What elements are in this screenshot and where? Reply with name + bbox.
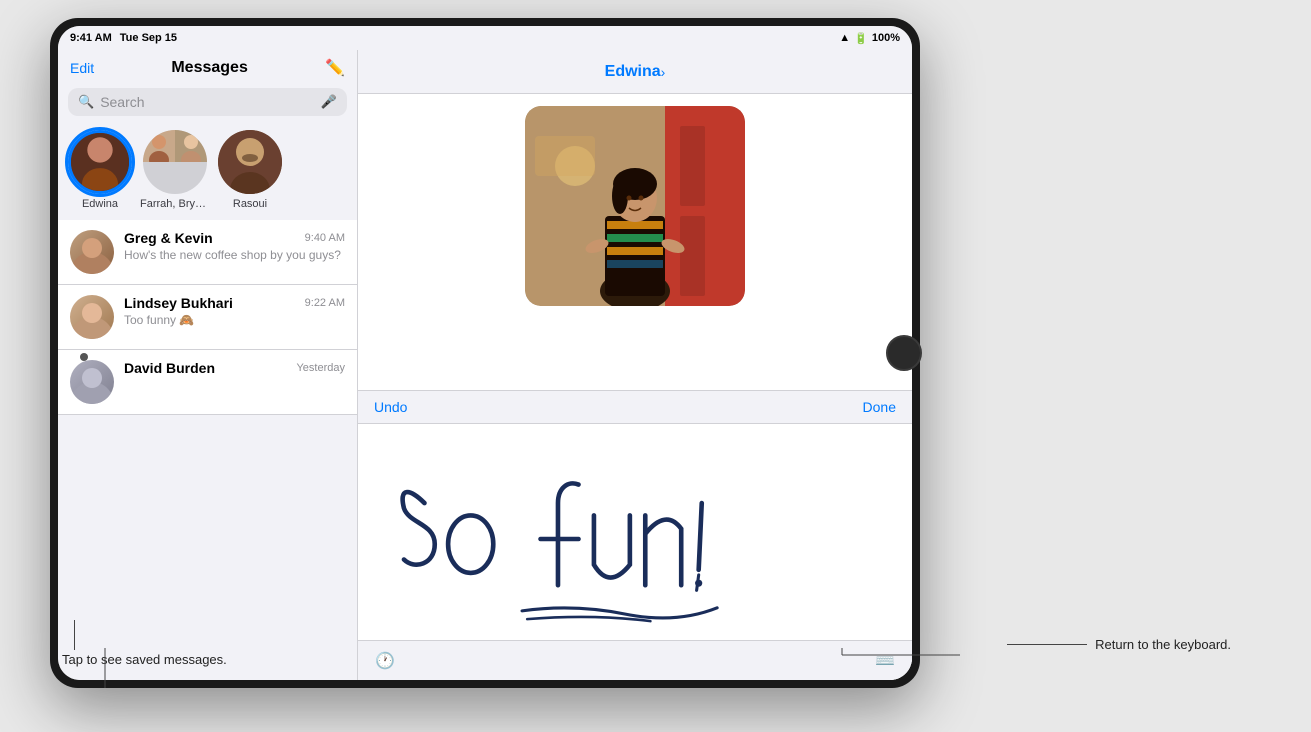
mic-icon: 🎤	[321, 94, 337, 110]
message-content-greg: Greg & Kevin 9:40 AM How's the new coffe…	[124, 230, 345, 262]
done-button[interactable]: Done	[863, 399, 896, 415]
battery-percent: 100%	[872, 32, 900, 44]
sidebar: Edit Messages ✏️ 🔍 Search 🎤	[58, 50, 358, 680]
message-item-greg[interactable]: Greg & Kevin 9:40 AM How's the new coffe…	[58, 220, 357, 285]
pinned-row: Edwina Farrah, Bryan &...	[58, 124, 357, 220]
pinned-contact-farrah[interactable]: Farrah, Bryan &...	[140, 130, 210, 210]
keyboard-button[interactable]: ⌨️	[870, 646, 900, 676]
message-time-david: Yesterday	[296, 362, 345, 374]
wifi-icon: ▲	[839, 32, 850, 44]
handwriting-panel: Undo Done	[358, 390, 912, 680]
left-dot	[80, 353, 88, 361]
chevron-right-icon: ›	[661, 64, 666, 80]
search-bar[interactable]: 🔍 Search 🎤	[68, 88, 347, 116]
edit-button[interactable]: Edit	[70, 60, 94, 76]
message-name-greg: Greg & Kevin	[124, 230, 213, 246]
message-preview-lindsey: Too funny 🙈	[124, 313, 345, 327]
message-time-greg: 9:40 AM	[305, 232, 345, 244]
chat-contact-name[interactable]: Edwina	[605, 63, 661, 81]
hw-canvas[interactable]	[358, 424, 912, 654]
compose-icon: ✏️	[325, 60, 345, 77]
app-container: Edit Messages ✏️ 🔍 Search 🎤	[58, 50, 912, 680]
status-bar: 9:41 AM Tue Sep 15 ▲ 🔋 100%	[58, 26, 912, 50]
keyboard-icon: ⌨️	[875, 651, 895, 671]
annotation-keyboard: Return to the keyboard.	[1095, 637, 1231, 652]
pinned-edwina-label: Edwina	[82, 198, 118, 210]
hw-bottom-bar: 🕐 ⌨️	[358, 640, 912, 680]
pinned-farrah-label: Farrah, Bryan &...	[140, 198, 210, 210]
message-avatar-david	[70, 360, 114, 404]
undo-button[interactable]: Undo	[374, 399, 407, 415]
message-name-david: David Burden	[124, 360, 215, 376]
message-avatar-greg	[70, 230, 114, 274]
status-date: Tue Sep 15	[120, 32, 177, 44]
pinned-contact-edwina[interactable]: Edwina	[68, 130, 132, 210]
message-avatar-lindsey	[70, 295, 114, 339]
saved-messages-button[interactable]: 🕐	[370, 646, 400, 676]
search-icon: 🔍	[78, 94, 94, 110]
hw-toolbar: Undo Done	[358, 391, 912, 424]
message-item-david[interactable]: David Burden Yesterday	[58, 350, 357, 415]
sidebar-header: Edit Messages ✏️	[58, 50, 357, 84]
message-content-david: David Burden Yesterday	[124, 360, 345, 378]
ipad-screen: 9:41 AM Tue Sep 15 ▲ 🔋 100% Edit Message…	[58, 26, 912, 680]
message-item-lindsey[interactable]: Lindsey Bukhari 9:22 AM Too funny 🙈	[58, 285, 357, 350]
message-list: Greg & Kevin 9:40 AM How's the new coffe…	[58, 220, 357, 680]
message-name-lindsey: Lindsey Bukhari	[124, 295, 233, 311]
battery-icon: 🔋	[854, 32, 868, 45]
annotation-saved-messages: Tap to see saved messages.	[62, 652, 227, 667]
clock-icon: 🕐	[375, 651, 395, 671]
sidebar-title: Messages	[94, 59, 325, 77]
pinned-contact-rasoui[interactable]: Rasoui	[218, 130, 282, 210]
compose-button[interactable]: ✏️	[325, 58, 345, 78]
message-time-lindsey: 9:22 AM	[305, 297, 345, 309]
ipad-frame: 9:41 AM Tue Sep 15 ▲ 🔋 100% Edit Message…	[50, 18, 920, 688]
status-time: 9:41 AM	[70, 32, 112, 44]
pinned-rasoui-label: Rasoui	[233, 198, 267, 210]
message-preview-greg: How's the new coffee shop by you guys?	[124, 248, 345, 262]
chat-header: Edwina ›	[358, 50, 912, 94]
search-placeholder: Search	[100, 94, 315, 110]
home-button[interactable]	[886, 335, 922, 371]
main-content: Edwina ›	[358, 50, 912, 680]
message-content-lindsey: Lindsey Bukhari 9:22 AM Too funny 🙈	[124, 295, 345, 327]
photo-message	[525, 106, 745, 306]
